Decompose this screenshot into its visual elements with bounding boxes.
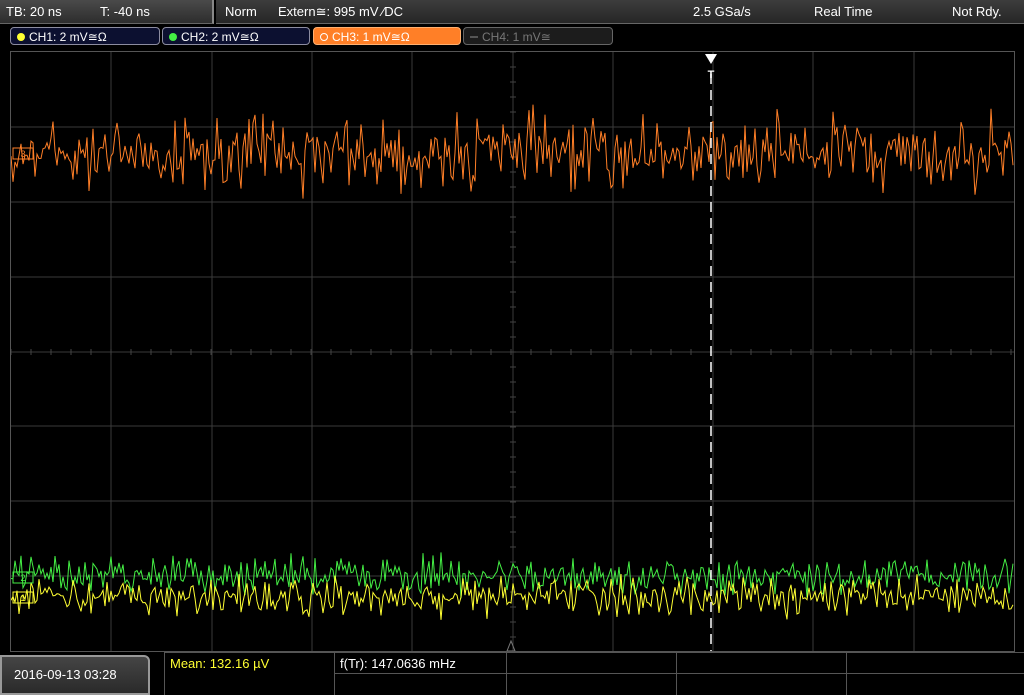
acquisition-status: Not Rdy. xyxy=(952,4,1002,19)
channel-1-trace xyxy=(11,573,1014,620)
channel-1-indicator-icon xyxy=(17,33,25,41)
channel-3-trace xyxy=(11,104,1014,199)
channel-2-ref-marker[interactable]: 2 xyxy=(12,571,34,584)
waveform-canvas: T 3 2 1 xyxy=(11,52,1014,651)
channel-2-ref-label: 2 xyxy=(20,573,25,583)
zero-time-marker-icon xyxy=(506,639,516,651)
acquisition-mode: Real Time xyxy=(814,4,873,19)
status-bar: TB: 20 ns T: -40 ns Norm Extern≅: 995 mV… xyxy=(0,0,1024,24)
trigger-marker-label: T xyxy=(708,69,715,81)
channel-2-tab[interactable]: CH2: 2 mV≅Ω xyxy=(162,27,310,45)
trigger-time-value[interactable]: T: -40 ns xyxy=(100,0,150,23)
channel-4-label: CH4: 1 mV≅ xyxy=(482,30,551,44)
timebase-value[interactable]: TB: 20 ns xyxy=(6,0,62,23)
trigger-source[interactable]: Extern≅: 995 mV ∕DC xyxy=(278,0,403,23)
mean-measurement: Mean: 132.16 µV xyxy=(170,656,270,671)
measurement-row-2 xyxy=(334,673,1024,695)
timebase-panel[interactable]: TB: 20 ns T: -40 ns xyxy=(0,0,214,24)
channel-3-indicator-icon xyxy=(320,33,328,41)
trigger-mode[interactable]: Norm xyxy=(225,0,257,23)
channel-1-tab[interactable]: CH1: 2 mV≅Ω xyxy=(10,27,160,45)
acquisition-panel: Norm Extern≅: 995 mV ∕DC 2.5 GSa/s Real … xyxy=(216,0,1024,24)
channel-4-tab[interactable]: CH4: 1 mV≅ xyxy=(463,27,613,45)
measurement-panel: Mean: 132.16 µV f(Tr): 147.0636 mHz xyxy=(164,652,1024,695)
waveform-display[interactable]: T 3 2 1 xyxy=(10,51,1015,652)
channel-1-ref-label: 1 xyxy=(20,593,25,603)
channel-bar: CH1: 2 mV≅Ω CH2: 2 mV≅Ω CH3: 1 mV≅Ω CH4:… xyxy=(0,25,1024,49)
trigger-arrow-icon[interactable] xyxy=(705,54,717,64)
frequency-measurement: f(Tr): 147.0636 mHz xyxy=(340,656,456,671)
channel-3-ref-label: 3 xyxy=(20,149,25,159)
channel-2-indicator-icon xyxy=(169,33,177,41)
channel-1-label: CH1: 2 mV≅Ω xyxy=(29,30,107,44)
channel-2-label: CH2: 2 mV≅Ω xyxy=(181,30,259,44)
sample-rate: 2.5 GSa/s xyxy=(693,4,751,19)
channel-3-label: CH3: 1 mV≅Ω xyxy=(332,30,410,44)
channel-3-tab[interactable]: CH3: 1 mV≅Ω xyxy=(313,27,461,45)
measurement-cell-mean[interactable]: Mean: 132.16 µV xyxy=(164,652,334,695)
date-time-value: 2016-09-13 03:28 xyxy=(14,667,117,682)
channel-4-indicator-icon xyxy=(470,36,478,38)
date-time-display: 2016-09-13 03:28 xyxy=(0,655,150,695)
